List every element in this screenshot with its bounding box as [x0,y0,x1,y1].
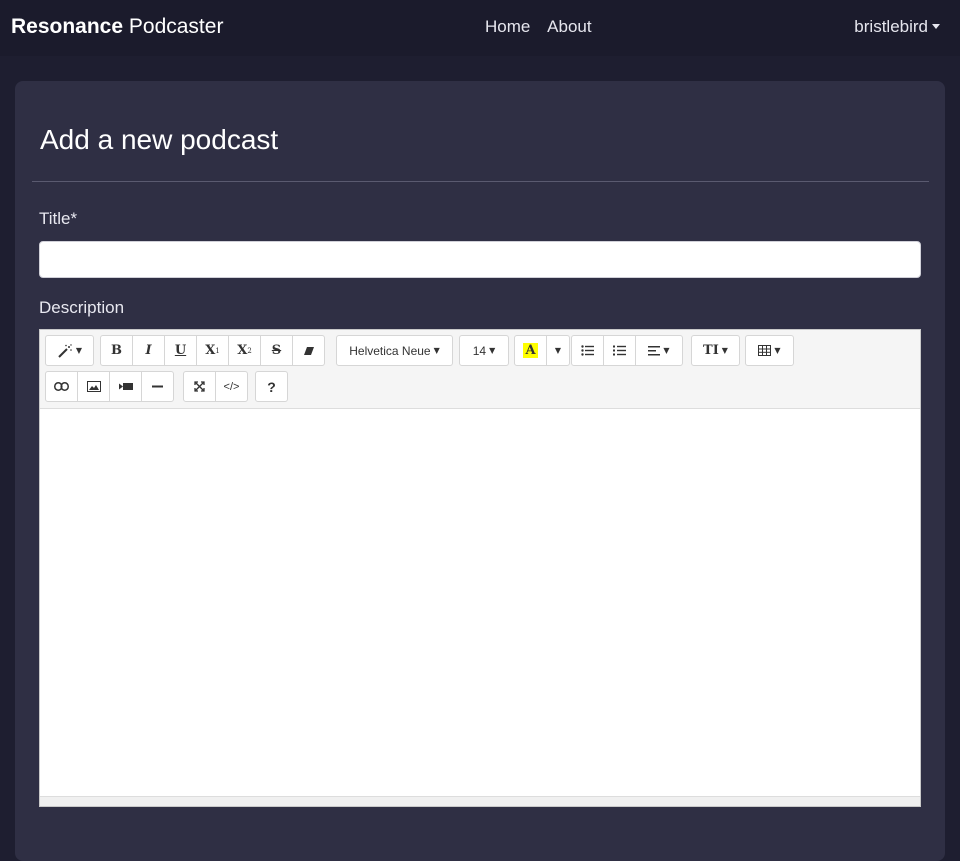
caret-down-icon [932,24,940,29]
link-icon [54,382,69,391]
help-button[interactable]: ? [255,371,288,402]
height-group: TI ▼ [691,335,740,366]
magic-style-button[interactable]: ▼ [45,335,94,366]
color-group: A ▼ [514,335,570,366]
help-icon: ? [267,378,276,395]
form-card: Add a new podcast Title* Description ▼ B… [15,81,945,861]
clear-format-button[interactable] [292,335,325,366]
font-family-value: Helvetica Neue [349,343,431,358]
caret-down-icon: ▼ [774,346,781,355]
subscript-icon: X [237,343,248,358]
font-name-group: Helvetica Neue ▼ [336,335,453,366]
highlight-color-button[interactable]: A [514,335,547,366]
font-size-dropdown[interactable]: 14 ▼ [459,335,509,366]
page-title: Add a new podcast [40,124,279,155]
title-label: Title* [39,209,78,228]
view-group: </> [183,371,248,402]
editor-toolbar: ▼ B I U X1 X2 S Helvetica Neue ▼ 14 ▼ A … [40,330,920,409]
align-left-icon [648,345,661,355]
font-size-group: 14 ▼ [459,335,509,366]
bullet-list-icon [581,345,594,356]
font-style-group: B I U X1 X2 S [100,335,325,366]
magic-wand-icon [58,343,72,358]
font-family-dropdown[interactable]: Helvetica Neue ▼ [336,335,453,366]
video-icon [118,383,133,390]
insert-image-button[interactable] [77,371,110,402]
code-icon: </> [223,380,240,393]
line-height-dropdown[interactable]: TI ▼ [691,335,740,366]
highlight-icon: A [523,343,538,358]
underline-button[interactable]: U [164,335,197,366]
caret-down-icon: ▼ [663,346,670,355]
brand-logo[interactable]: Resonance Podcaster [11,14,223,40]
superscript-icon: X [205,343,216,358]
rich-text-editor: ▼ B I U X1 X2 S Helvetica Neue ▼ 14 ▼ A … [39,329,921,807]
italic-icon: I [145,343,152,358]
caret-down-icon: ▼ [75,346,83,355]
editor-content-area[interactable] [40,409,920,796]
superscript-button[interactable]: X1 [196,335,229,366]
brand-name-bold: Resonance [11,15,124,38]
paragraph-group: ▼ [571,335,683,366]
superscript-mark: 1 [215,346,220,355]
caret-down-icon: ▼ [721,346,728,355]
ordered-list-button[interactable] [603,335,636,366]
bold-button[interactable]: B [100,335,133,366]
description-label: Description [39,298,125,317]
nav-link-about[interactable]: About [547,17,591,36]
caret-down-icon: ▼ [489,346,496,355]
numbered-list-icon [613,345,626,356]
bold-icon: B [111,343,122,358]
insert-link-button[interactable] [45,371,78,402]
user-name: bristlebird [854,17,928,36]
nav-links: Home About [485,17,605,37]
text-height-icon: TI [703,343,719,358]
color-dropdown-button[interactable]: ▼ [546,335,570,366]
underline-icon: U [174,343,187,358]
strikethrough-button[interactable]: S [260,335,293,366]
strikethrough-icon: S [271,343,282,358]
table-dropdown[interactable]: ▼ [745,335,794,366]
unordered-list-button[interactable] [571,335,604,366]
nav-link-home[interactable]: Home [485,17,530,36]
horizontal-rule-button[interactable] [141,371,174,402]
style-group: ▼ [45,335,94,366]
horizontal-rule-icon [152,385,163,388]
help-group: ? [255,371,288,402]
italic-button[interactable]: I [132,335,165,366]
fullscreen-button[interactable] [183,371,216,402]
user-menu[interactable]: bristlebird [854,17,940,37]
title-input[interactable] [39,241,921,278]
code-view-button[interactable]: </> [215,371,248,402]
caret-down-icon: ▼ [433,346,440,355]
paragraph-align-dropdown[interactable]: ▼ [635,335,683,366]
table-icon [758,345,772,356]
caret-down-icon: ▼ [554,346,562,355]
editor-resize-bar[interactable] [40,796,920,806]
font-size-value: 14 [472,343,487,358]
image-icon [86,381,101,392]
top-navbar: Resonance Podcaster Home About bristlebi… [0,0,960,56]
brand-name-light: Podcaster [128,15,224,38]
table-group: ▼ [745,335,794,366]
fullscreen-icon [194,381,205,392]
insert-group [45,371,174,402]
subscript-mark: 2 [247,346,252,355]
divider [32,181,929,182]
insert-video-button[interactable] [109,371,142,402]
subscript-button[interactable]: X2 [228,335,261,366]
eraser-icon [303,346,314,355]
